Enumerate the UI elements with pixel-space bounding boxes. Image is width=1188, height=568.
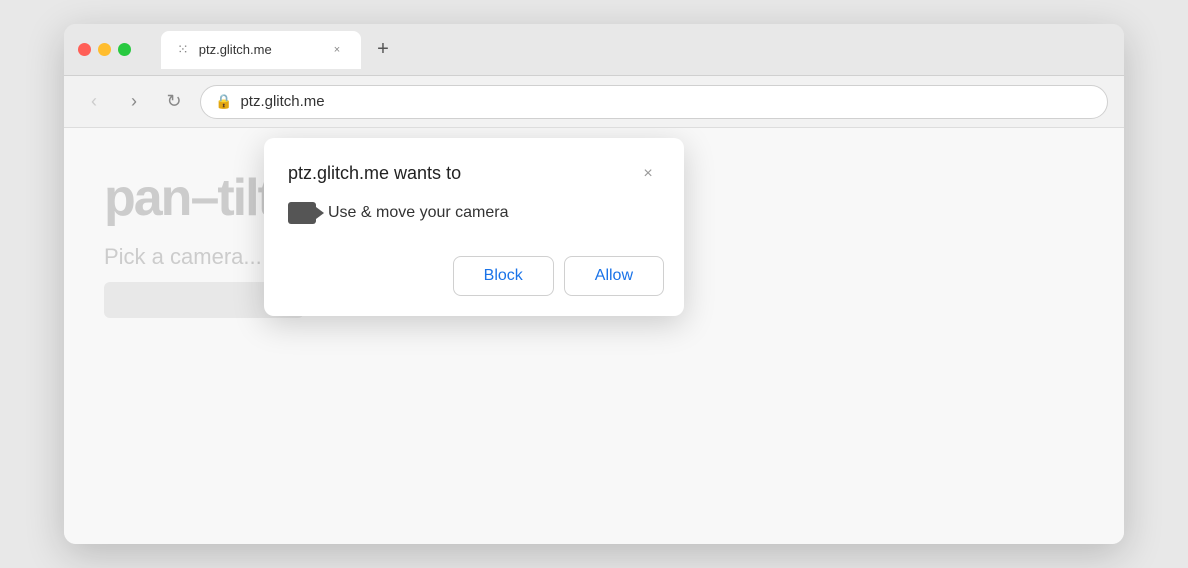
allow-button[interactable]: Allow <box>564 256 664 296</box>
title-bar: ⁙ ptz.glitch.me × + <box>64 24 1124 76</box>
forward-icon: › <box>131 91 137 112</box>
dialog-header: ptz.glitch.me wants to × <box>264 138 684 202</box>
new-tab-button[interactable]: + <box>369 36 397 64</box>
tab-close-button[interactable]: × <box>329 42 345 58</box>
dialog-body: Use & move your camera <box>264 202 684 244</box>
minimize-button[interactable] <box>98 43 111 56</box>
page-content: pan–tilt Pick a camera... ptz.glitch.me … <box>64 128 1124 544</box>
address-text: ptz.glitch.me <box>240 93 324 110</box>
close-button[interactable] <box>78 43 91 56</box>
address-bar-row: ‹ › ↻ 🔒 ptz.glitch.me <box>64 76 1124 128</box>
maximize-button[interactable] <box>118 43 131 56</box>
traffic-lights <box>78 43 131 56</box>
lock-icon: 🔒 <box>215 93 232 110</box>
dialog-footer: Block Allow <box>264 244 684 316</box>
reload-icon: ↻ <box>166 91 181 112</box>
dialog-close-button[interactable]: × <box>636 162 660 186</box>
active-tab[interactable]: ⁙ ptz.glitch.me × <box>161 31 361 69</box>
tab-bar: ⁙ ptz.glitch.me × + <box>161 31 1110 69</box>
dialog-title: ptz.glitch.me wants to <box>288 162 461 185</box>
tab-title: ptz.glitch.me <box>199 42 319 57</box>
permission-dialog: ptz.glitch.me wants to × Use & move your… <box>264 138 684 316</box>
tab-drag-icon: ⁙ <box>177 41 189 58</box>
camera-icon <box>288 202 316 224</box>
permission-text: Use & move your camera <box>328 204 509 222</box>
browser-window: ⁙ ptz.glitch.me × + ‹ › ↻ 🔒 ptz.glitch.m… <box>64 24 1124 544</box>
address-bar[interactable]: 🔒 ptz.glitch.me <box>200 85 1108 119</box>
block-button[interactable]: Block <box>453 256 554 296</box>
dialog-overlay: ptz.glitch.me wants to × Use & move your… <box>64 128 1124 544</box>
back-button[interactable]: ‹ <box>80 88 108 116</box>
forward-button[interactable]: › <box>120 88 148 116</box>
back-icon: ‹ <box>91 91 97 112</box>
reload-button[interactable]: ↻ <box>160 88 188 116</box>
